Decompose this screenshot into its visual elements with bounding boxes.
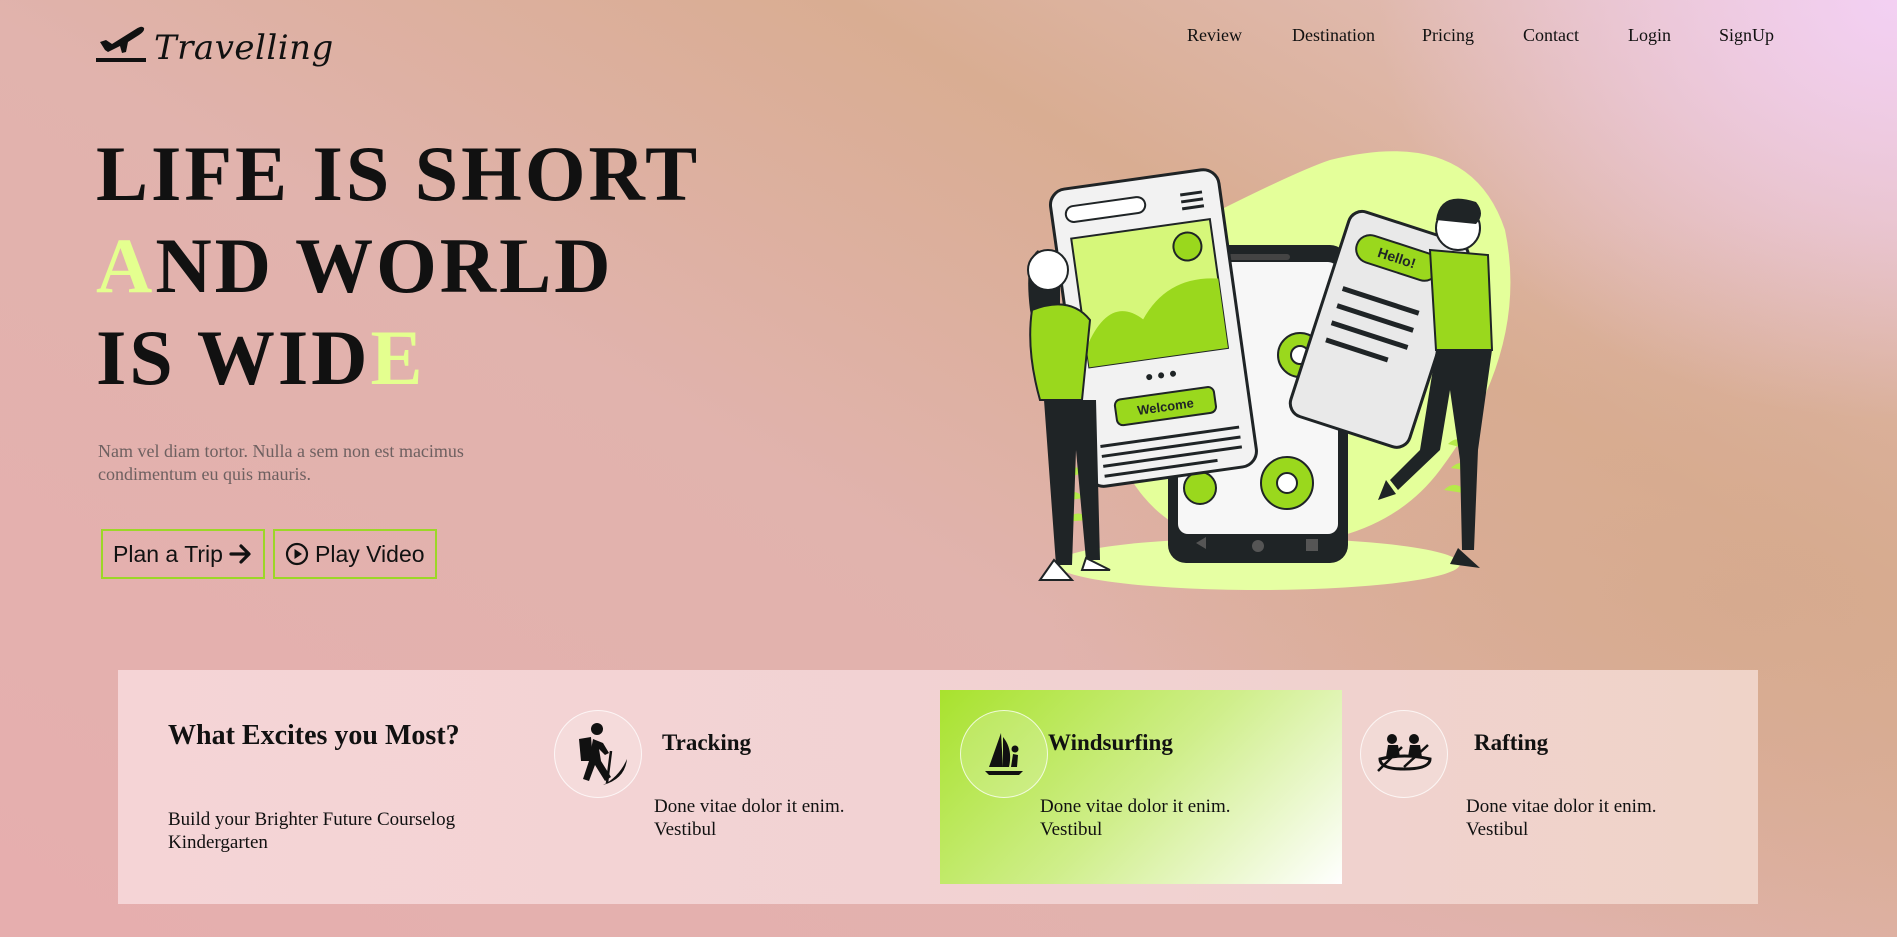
play-video-button[interactable]: Play Video xyxy=(273,529,437,579)
hero-line-3: IS WIDE xyxy=(96,312,700,404)
brand-logo[interactable]: Travelling xyxy=(96,22,333,78)
features-description: Build your Brighter Future Courselog Kin… xyxy=(168,809,456,853)
feature-card-tracking[interactable]: Tracking Done vitae dolor it enim. Vesti… xyxy=(554,690,956,884)
feature-icon-circle xyxy=(1360,710,1448,798)
play-video-label: Play Video xyxy=(315,540,425,567)
nav-pricing[interactable]: Pricing xyxy=(1422,25,1474,46)
feature-icon-circle xyxy=(960,710,1048,798)
hero-line-2: AND WORLD xyxy=(96,220,700,312)
nav-review[interactable]: Review xyxy=(1187,25,1242,46)
arrow-right-icon xyxy=(229,544,251,564)
hiker-icon xyxy=(579,723,627,785)
feature-text-windsurfing: Done vitae dolor it enim. Vestibul xyxy=(1040,796,1231,840)
feature-card-windsurfing[interactable]: Windsurfing Done vitae dolor it enim. Ve… xyxy=(940,690,1342,884)
brand-name: Travelling xyxy=(154,28,334,68)
main-nav: Review Destination Pricing Contact Login… xyxy=(1160,25,1780,49)
feature-card-rafting[interactable]: Rafting Done vitae dolor it enim. Vestib… xyxy=(1360,690,1768,884)
plan-trip-label: Plan a Trip xyxy=(113,540,223,567)
features-title: What Excites you Most? xyxy=(168,720,460,751)
nav-destination[interactable]: Destination xyxy=(1292,25,1375,46)
hero-line-3-text: IS WID xyxy=(96,314,371,401)
nav-login[interactable]: Login xyxy=(1628,25,1671,46)
raft-icon xyxy=(1377,734,1432,772)
feature-text-rafting: Done vitae dolor it enim. Vestibul xyxy=(1466,796,1657,840)
nav-contact[interactable]: Contact xyxy=(1523,25,1579,46)
play-circle-icon xyxy=(285,542,309,566)
hero-illustration: Hello! Welcome xyxy=(1027,151,1511,590)
hero-line-2-text: ND WORLD xyxy=(155,222,614,309)
hero-title: LIFE IS SHORT AND WORLD IS WIDE xyxy=(96,128,700,404)
features-panel: What Excites you Most? Build your Bright… xyxy=(118,670,1758,904)
hero-accent-letter: A xyxy=(96,222,156,309)
feature-icon-circle xyxy=(554,710,642,798)
feature-title-windsurfing: Windsurfing xyxy=(1048,730,1173,755)
plan-trip-button[interactable]: Plan a Trip xyxy=(101,529,265,579)
airplane-icon xyxy=(96,26,146,62)
hero-subtitle: Nam vel diam tortor. Nulla a sem non est… xyxy=(98,441,464,484)
windsurf-icon xyxy=(985,733,1023,775)
hero-accent-letter: E xyxy=(370,314,426,401)
feature-title-rafting: Rafting xyxy=(1474,730,1549,755)
nav-signup[interactable]: SignUp xyxy=(1719,25,1774,46)
feature-text-tracking: Done vitae dolor it enim. Vestibul xyxy=(654,796,845,840)
feature-title-tracking: Tracking xyxy=(662,730,752,755)
hero-line-1: LIFE IS SHORT xyxy=(96,130,701,217)
